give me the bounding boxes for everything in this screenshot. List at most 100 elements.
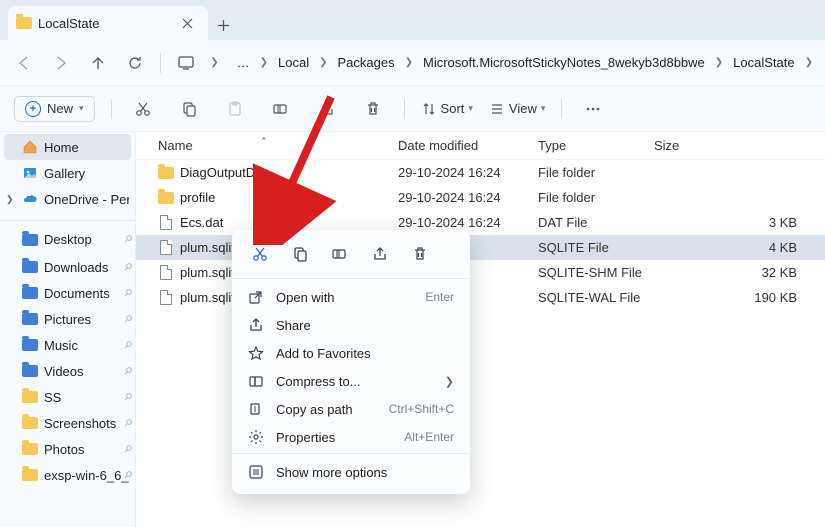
up-button[interactable] [86, 49, 109, 77]
sidebar-item-label: Screenshots [44, 416, 116, 431]
more-icon[interactable] [578, 94, 608, 124]
pin-icon: ⚲ [121, 261, 134, 274]
ctx-delete-icon[interactable] [406, 240, 434, 268]
annotation-arrow [253, 95, 343, 245]
ctx-addtofavorites[interactable]: Add to Favorites [232, 339, 470, 367]
paste-icon[interactable] [220, 94, 250, 124]
folder-icon [16, 15, 32, 31]
new-tab-button[interactable] [208, 10, 238, 40]
new-label: New [47, 101, 73, 116]
sidebar-item-label: Pictures [44, 312, 91, 327]
copy-icon[interactable] [174, 94, 204, 124]
column-size[interactable]: Size [654, 138, 825, 153]
sidebar-item-documents[interactable]: .folder-ic[style*='#3f7fd6']::before{bac… [0, 280, 135, 306]
ctx-share-icon[interactable] [366, 240, 394, 268]
ctx-show-more[interactable]: Show more options [232, 458, 470, 486]
sidebar-item-downloads[interactable]: .folder-ic[style*='#3f7fd6']::before{bac… [0, 254, 135, 280]
column-date[interactable]: Date modified [398, 138, 538, 153]
chevron-right-icon[interactable]: ❯ [6, 194, 14, 205]
plus-icon: + [25, 101, 41, 117]
view-button[interactable]: View▾ [489, 101, 545, 117]
file-type: DAT File [538, 215, 654, 230]
delete-icon[interactable] [358, 94, 388, 124]
breadcrumb-item[interactable]: LocalState [729, 53, 798, 72]
sidebar-item-videos[interactable]: .folder-ic[style*='#3f7fd6']::before{bac… [0, 358, 135, 384]
folder-icon [158, 190, 174, 206]
file-size: 32 KB [654, 265, 825, 280]
folder-icon: .folder-ic[style*='#3f7fd6']::before{bac… [22, 363, 38, 379]
forward-button[interactable] [49, 49, 72, 77]
sidebar-item-desktop[interactable]: .folder-ic[style*='#3f7fd6']::before{bac… [0, 220, 135, 254]
refresh-button[interactable] [123, 49, 146, 77]
openwith-icon [248, 289, 264, 305]
breadcrumb-item[interactable]: Packages [334, 53, 399, 72]
chevron-right-icon[interactable]: ❯ [210, 57, 218, 68]
column-type[interactable]: Type [538, 138, 654, 153]
pin-icon: ⚲ [121, 287, 134, 300]
sidebar-item-pictures[interactable]: .folder-ic[style*='#3f7fd6']::before{bac… [0, 306, 135, 332]
pin-icon: ⚲ [121, 417, 134, 430]
folder-icon [158, 165, 174, 181]
sidebar-item-exspwin[interactable]: .folder-ic[style*='#f7c95b']::before{bac… [0, 462, 135, 488]
sidebar-item-screenshots[interactable]: .folder-ic[style*='#f7c95b']::before{bac… [0, 410, 135, 436]
sidebar-item-label: Music [44, 338, 78, 353]
home-icon [22, 139, 38, 155]
sidebar-item-label: SS [44, 390, 61, 405]
folder-icon: .folder-ic[style*='#f7c95b']::before{bac… [22, 389, 38, 405]
file-icon [158, 265, 174, 281]
file-row[interactable]: DiagOutputDir29-10-2024 16:24File folder [136, 160, 825, 185]
sidebar-item-label: OneDrive - Perso [44, 192, 129, 207]
folder-icon: .folder-ic[style*='#f7c95b']::before{bac… [22, 441, 38, 457]
ctx-compressto[interactable]: Compress to...❯ [232, 367, 470, 395]
context-menu: Open withEnterShare Add to Favorites Compr… [232, 230, 470, 494]
ctx-properties[interactable]: PropertiesAlt+Enter [232, 423, 470, 451]
folder-icon: .folder-ic[style*='#3f7fd6']::before{bac… [22, 285, 38, 301]
sidebar-item-label: Desktop [44, 232, 92, 247]
separator [561, 99, 562, 119]
breadcrumb-item[interactable]: Local [274, 53, 313, 72]
sidebar-item-gallery[interactable]: Gallery [0, 160, 135, 186]
sidebar-item-label: Home [44, 140, 79, 155]
ctx-openwith[interactable]: Open withEnter [232, 283, 470, 311]
breadcrumb-item[interactable]: Microsoft.MicrosoftStickyNotes_8wekyb3d8… [419, 53, 709, 72]
folder-icon: .folder-ic[style*='#3f7fd6']::before{bac… [22, 311, 38, 327]
file-type: SQLITE File [538, 240, 654, 255]
sidebar-item-onedriveperso[interactable]: ❯ OneDrive - Perso [0, 186, 135, 212]
file-date: 29-10-2024 16:24 [398, 190, 538, 205]
pin-icon: ⚲ [121, 443, 134, 456]
cut-icon[interactable] [128, 94, 158, 124]
browser-tab[interactable]: LocalState [8, 6, 208, 40]
separator [232, 453, 470, 454]
sidebar-item-photos[interactable]: .folder-ic[style*='#f7c95b']::before{bac… [0, 436, 135, 462]
star-icon [248, 345, 264, 361]
sidebar-item-music[interactable]: .folder-ic[style*='#3f7fd6']::before{bac… [0, 332, 135, 358]
more-options-icon [248, 464, 264, 480]
file-icon [158, 240, 174, 256]
ctx-item-label: Open with [276, 290, 335, 305]
close-tab-icon[interactable] [176, 12, 198, 34]
file-type: SQLITE-WAL File [538, 290, 654, 305]
breadcrumb-ellipsis[interactable]: … [233, 53, 254, 72]
separator [404, 99, 405, 119]
file-type: File folder [538, 165, 654, 180]
sidebar-item-home[interactable]: Home [4, 134, 131, 160]
ctx-item-label: Properties [276, 430, 335, 445]
separator [111, 99, 112, 119]
nav-bar: ❯ … ❯ Local ❯ Packages ❯ Microsoft.Micro… [0, 40, 825, 86]
copypath-icon [248, 401, 264, 417]
sort-button[interactable]: Sort▾ [421, 101, 473, 117]
file-row[interactable]: profile29-10-2024 16:24File folder [136, 185, 825, 210]
tab-title: LocalState [38, 16, 99, 31]
ctx-share[interactable]: Share [232, 311, 470, 339]
back-button[interactable] [12, 49, 35, 77]
onedrive-icon [22, 191, 38, 207]
file-icon [158, 215, 174, 231]
ctx-item-label: Add to Favorites [276, 346, 371, 361]
this-pc-icon[interactable] [175, 50, 196, 76]
sidebar-item-ss[interactable]: .folder-ic[style*='#f7c95b']::before{bac… [0, 384, 135, 410]
ctx-item-label: Copy as path [276, 402, 353, 417]
column-headers: ⌃ Name Date modified Type Size [136, 132, 825, 160]
ctx-copyaspath[interactable]: Copy as pathCtrl+Shift+C [232, 395, 470, 423]
gallery-icon [22, 165, 38, 181]
new-button[interactable]: + New ▾ [14, 96, 95, 122]
